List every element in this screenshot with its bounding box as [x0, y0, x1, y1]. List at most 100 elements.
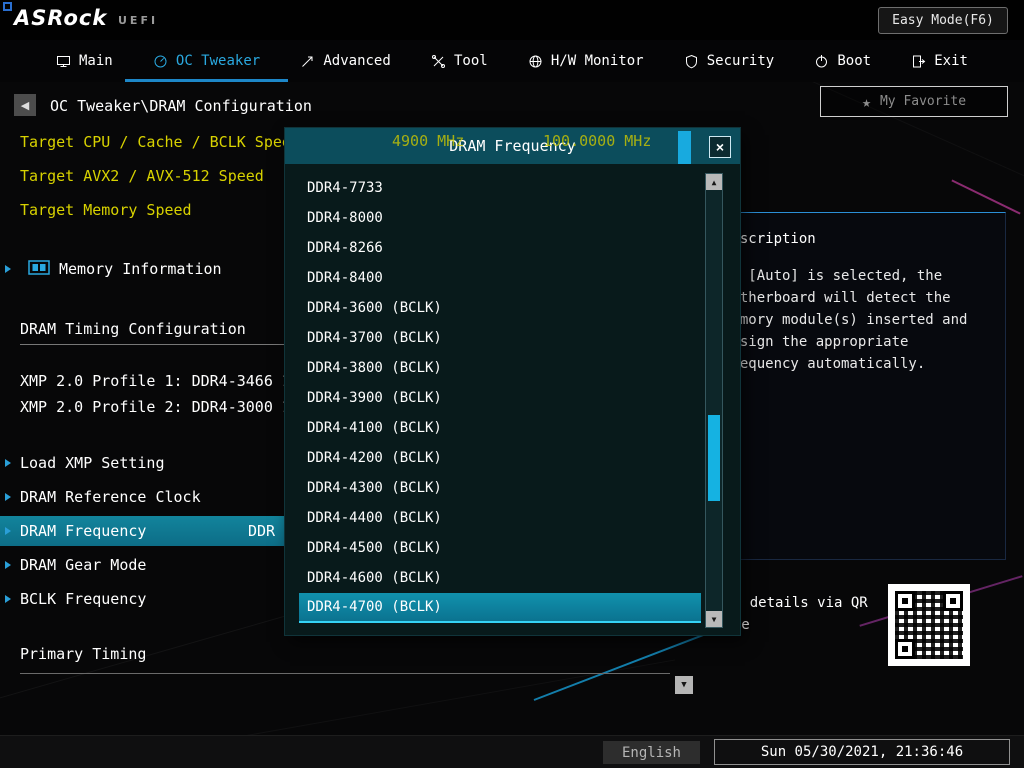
target-avx-speed-row: Target AVX2 / AVX-512 Speed	[20, 167, 264, 185]
scroll-up-button[interactable]: ▲	[706, 174, 722, 190]
tab-oc-tweaker[interactable]: OC Tweaker	[124, 40, 289, 82]
dropdown-option[interactable]: DDR4-4300 (BCLK)	[299, 473, 701, 503]
setting-label: DRAM Gear Mode	[20, 556, 147, 574]
tab-label: Security	[706, 53, 775, 69]
dropdown-option[interactable]: DDR4-8400	[299, 263, 701, 293]
description-panel: Description If [Auto] is selected, the m…	[712, 212, 1006, 560]
setting-dram-gear-mode[interactable]: DRAM Gear Mode	[0, 550, 285, 580]
description-title: Description	[723, 231, 816, 247]
hw-monitor-icon	[528, 54, 543, 69]
dialog-scrollbar[interactable]: ▲ ▼	[705, 173, 723, 628]
asrock-logo: ASRock	[14, 6, 108, 30]
tab-label: Tool	[453, 53, 488, 69]
scroll-down-button[interactable]: ▼	[706, 611, 722, 627]
dropdown-option[interactable]: DDR4-4100 (BCLK)	[299, 413, 701, 443]
memory-information-item[interactable]: Memory Information	[28, 258, 222, 280]
oc-tweaker-icon	[153, 54, 168, 69]
titlebar: ASRock UEFI Easy Mode(F6)	[0, 0, 1024, 40]
dram-frequency-value: DDR	[248, 522, 276, 540]
section-divider	[20, 673, 670, 674]
tab-advanced[interactable]: Advanced	[296, 40, 394, 82]
main-icon	[56, 54, 71, 69]
tab-label: Exit	[934, 53, 968, 69]
target-memory-speed-row: Target Memory Speed	[20, 201, 192, 219]
back-button[interactable]: ◀	[14, 94, 36, 116]
dropdown-option[interactable]: DDR4-3800 (BCLK)	[299, 353, 701, 383]
item-marker-icon	[5, 493, 11, 501]
tab-label: Boot	[837, 53, 872, 69]
qr-finder-icon	[943, 591, 963, 611]
dropdown-option[interactable]: DDR4-3700 (BCLK)	[299, 323, 701, 353]
tab-tool[interactable]: Tool	[427, 40, 492, 82]
description-body: If [Auto] is selected, the motherboard w…	[723, 268, 968, 372]
qr-code	[888, 584, 970, 666]
tool-icon	[431, 54, 446, 69]
my-favorite-button[interactable]: ★ My Favorite	[820, 86, 1008, 117]
circuit-accent-line	[951, 179, 1021, 215]
main-scrollbar-thumb[interactable]	[678, 131, 691, 164]
setting-label: DRAM Reference Clock	[20, 488, 201, 506]
setting-bclk-frequency[interactable]: BCLK Frequency	[0, 584, 285, 614]
setting-label: DRAM Frequency	[20, 522, 147, 540]
tab-main[interactable]: Main	[52, 40, 117, 82]
item-marker-icon	[5, 459, 11, 467]
dram-timing-header: DRAM Timing Configuration	[20, 320, 246, 338]
target-cpu-speed-row: Target CPU / Cache / BCLK Speed	[20, 133, 300, 151]
tab-boot[interactable]: Boot	[810, 40, 875, 82]
dialog-titlebar: DRAM Frequency ×	[285, 128, 740, 164]
item-marker-icon	[5, 265, 11, 273]
dropdown-option[interactable]: DDR4-4400 (BCLK)	[299, 503, 701, 533]
star-icon: ★	[861, 92, 871, 111]
language-button[interactable]: English	[603, 741, 700, 764]
my-favorite-label: My Favorite	[879, 94, 967, 109]
xmp-profile-1: XMP 2.0 Profile 1: DDR4-3466 16-	[20, 372, 309, 390]
close-icon[interactable]: ×	[709, 136, 731, 158]
dropdown-option[interactable]: DDR4-8266	[299, 233, 701, 263]
security-icon	[684, 54, 699, 69]
tab-security[interactable]: Security	[680, 40, 778, 82]
qr-finder-icon	[895, 639, 915, 659]
memory-information-label: Memory Information	[59, 260, 222, 278]
tab-hw-monitor[interactable]: H/W Monitor	[524, 40, 648, 82]
breadcrumb: OC Tweaker\DRAM Configuration	[50, 97, 312, 115]
dropdown-option[interactable]: DDR4-4500 (BCLK)	[299, 533, 701, 563]
memory-info-icon	[28, 259, 50, 279]
dropdown-option[interactable]: DDR4-7733	[299, 173, 701, 203]
advanced-icon	[300, 54, 315, 69]
setting-dram-frequency[interactable]: DRAM Frequency DDR	[0, 516, 285, 546]
dialog-scrollbar-thumb[interactable]	[708, 415, 720, 501]
dropdown-option-selected[interactable]: DDR4-4700 (BCLK)	[299, 593, 701, 623]
tab-exit[interactable]: Exit	[907, 40, 972, 82]
setting-load-xmp[interactable]: Load XMP Setting	[0, 448, 285, 478]
dram-frequency-dialog: DRAM Frequency × DDR4-7733 DDR4-8000 DDR…	[285, 128, 740, 635]
setting-label: BCLK Frequency	[20, 590, 147, 608]
status-bar: English Sun 05/30/2021, 21:36:46	[0, 735, 1024, 768]
tab-label: H/W Monitor	[550, 53, 644, 69]
tab-label: OC Tweaker	[175, 53, 261, 69]
xmp-profile-2: XMP 2.0 Profile 2: DDR4-3000 15-	[20, 398, 309, 416]
dropdown-option[interactable]: DDR4-8000	[299, 203, 701, 233]
dropdown-option[interactable]: DDR4-4600 (BCLK)	[299, 563, 701, 593]
boot-icon	[814, 54, 829, 69]
window-corner-icon	[3, 2, 12, 11]
primary-timing-header: Primary Timing	[20, 645, 147, 663]
target-bclk-value: 100.0000 MHz	[543, 132, 652, 150]
dropdown-option[interactable]: DDR4-4200 (BCLK)	[299, 443, 701, 473]
qr-finder-icon	[895, 591, 915, 611]
dropdown-option[interactable]: DDR4-3600 (BCLK)	[299, 293, 701, 323]
qr-pattern	[895, 591, 963, 659]
setting-dram-reference-clock[interactable]: DRAM Reference Clock	[0, 482, 285, 512]
datetime-display: Sun 05/30/2021, 21:36:46	[714, 739, 1010, 765]
easy-mode-button[interactable]: Easy Mode(F6)	[878, 7, 1008, 34]
tab-label: Main	[79, 53, 113, 69]
dropdown-option-list: DDR4-7733 DDR4-8000 DDR4-8266 DDR4-8400 …	[299, 173, 701, 623]
item-marker-icon	[5, 561, 11, 569]
top-nav: Main OC Tweaker Advanced Tool H/W Monito…	[0, 40, 1024, 82]
main-scrollbar-down-button[interactable]: ▼	[675, 676, 693, 694]
target-cpu-speed-value: 4900 MHz	[392, 132, 465, 150]
dropdown-option[interactable]: DDR4-3900 (BCLK)	[299, 383, 701, 413]
item-marker-icon	[5, 595, 11, 603]
tab-label: Advanced	[323, 53, 391, 69]
item-marker-icon	[5, 527, 11, 535]
uefi-logo-label: UEFI	[118, 14, 159, 27]
